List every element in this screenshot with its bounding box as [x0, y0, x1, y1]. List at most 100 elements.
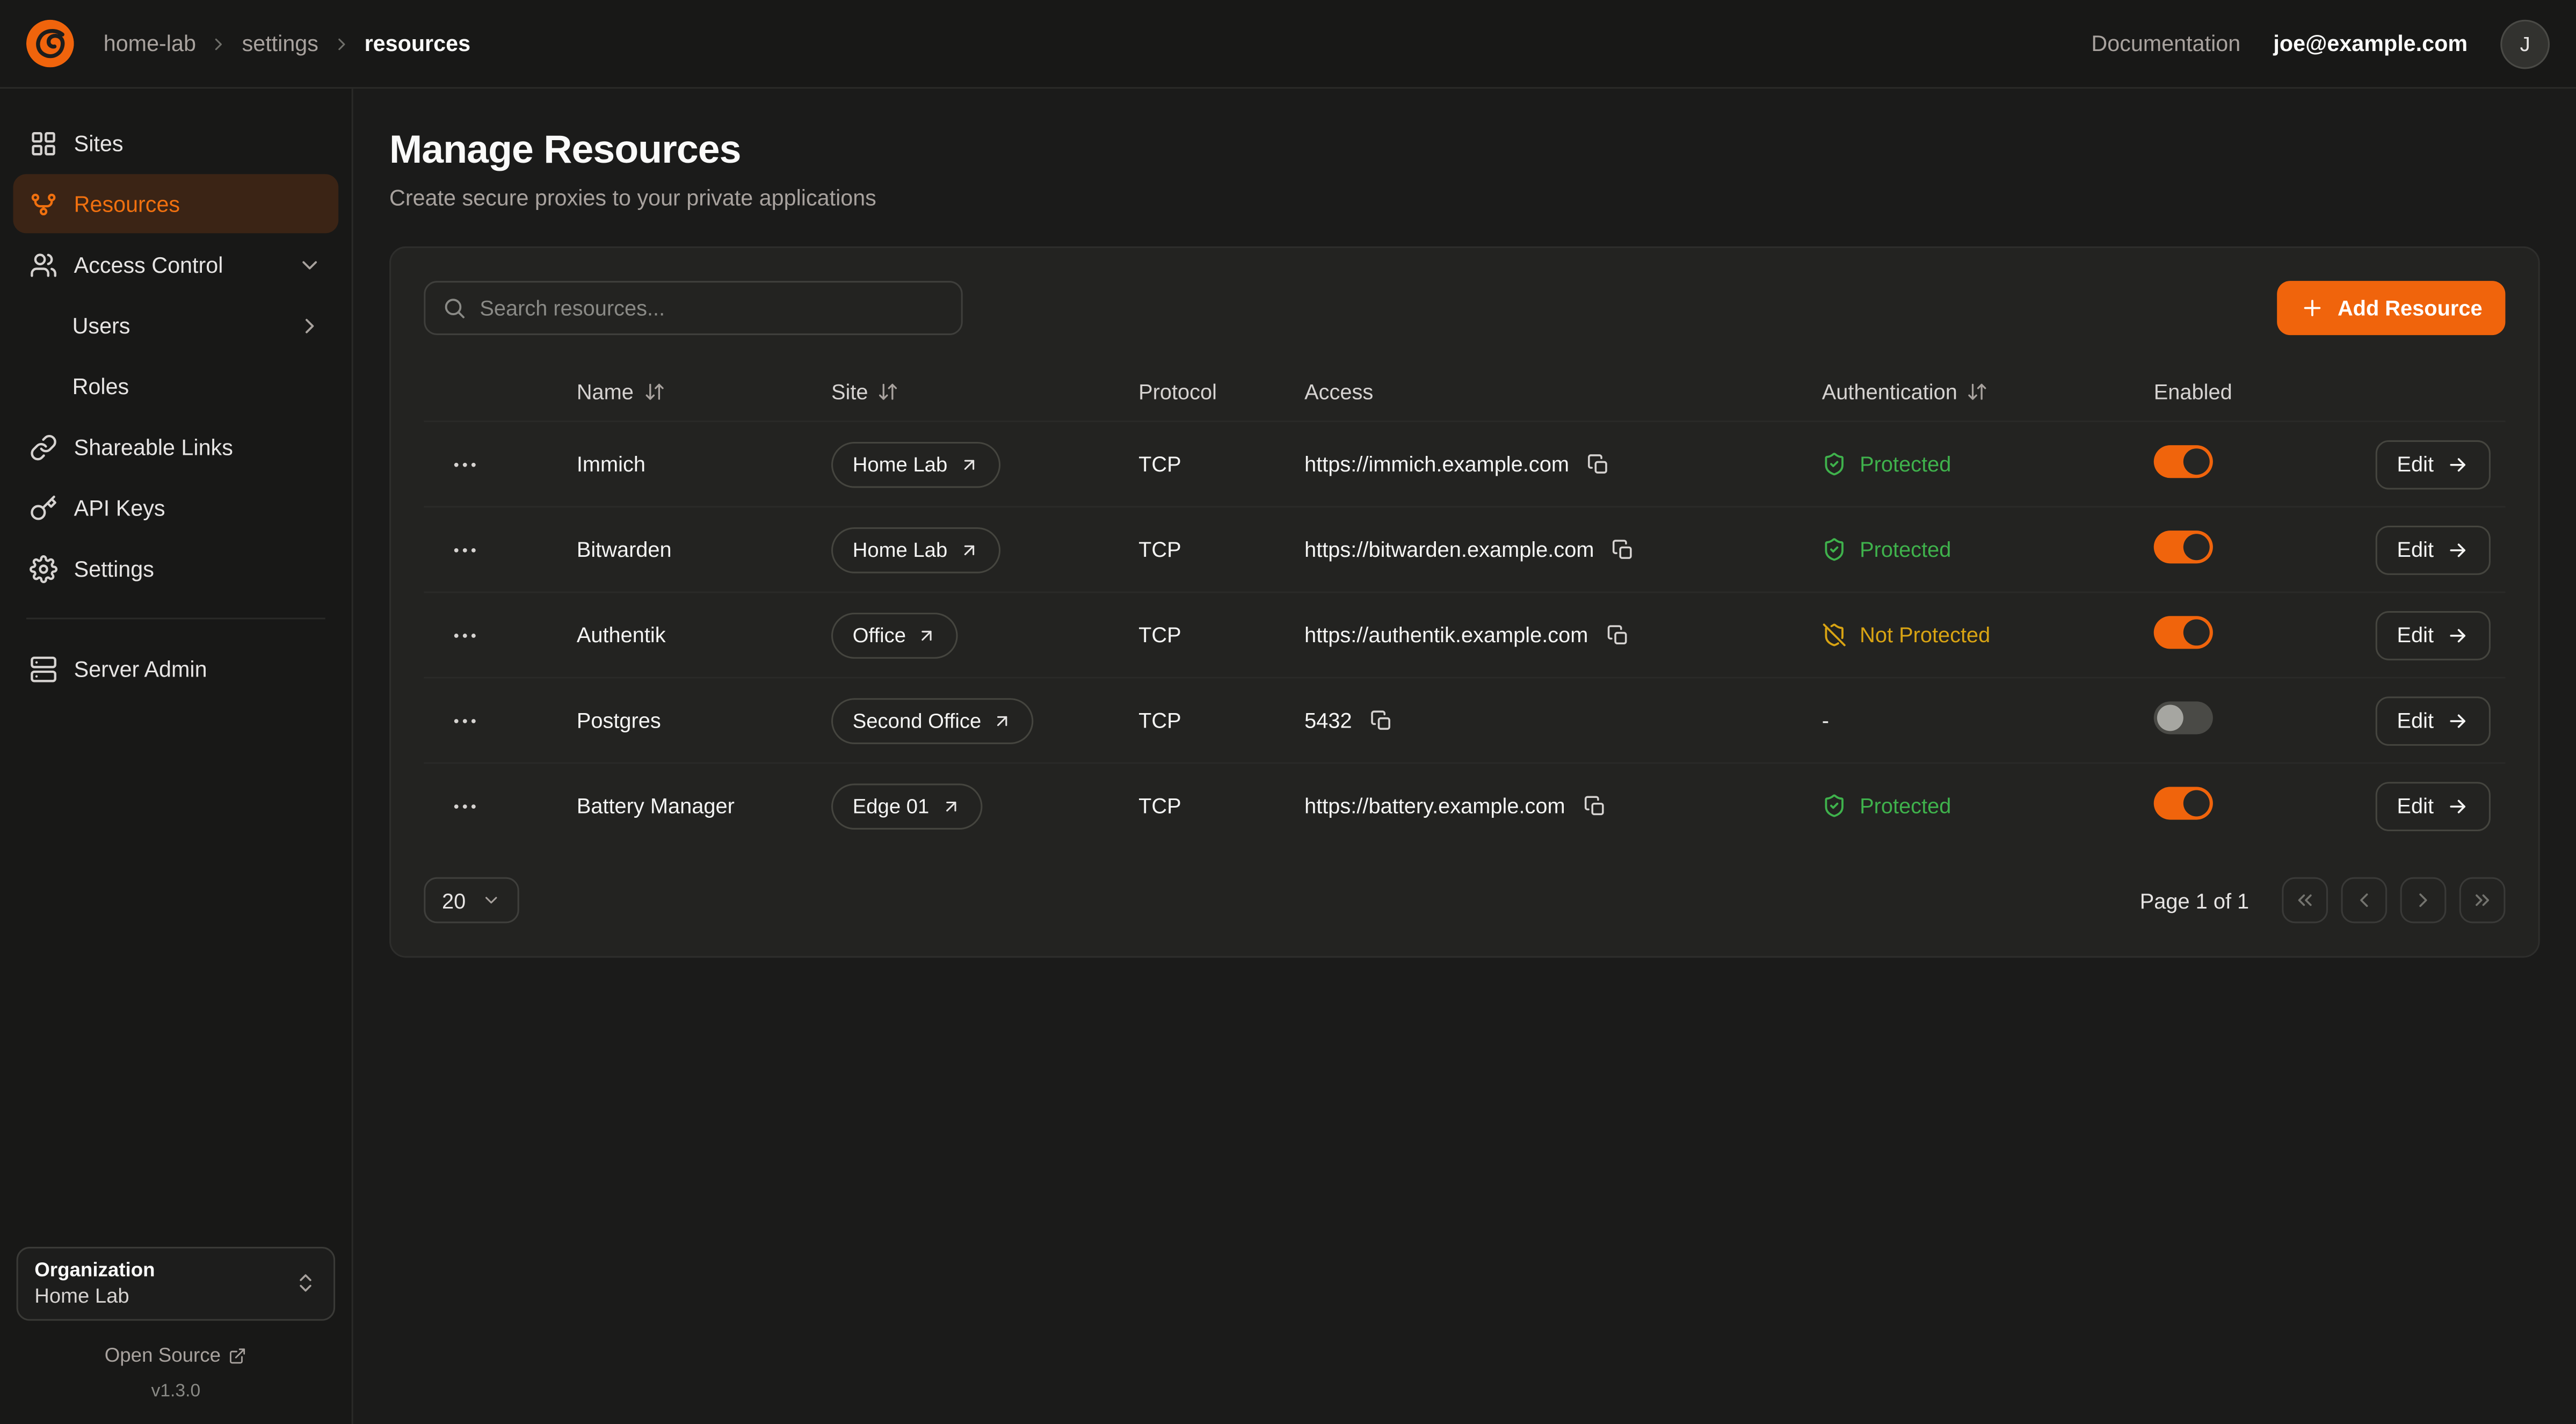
resource-protocol: TCP — [1138, 452, 1304, 476]
sidebar-item-resources[interactable]: Resources — [13, 174, 338, 233]
column-header-access: Access — [1304, 379, 1373, 403]
enabled-toggle[interactable] — [2154, 616, 2213, 649]
row-menu-button[interactable] — [450, 617, 493, 653]
breadcrumb-settings[interactable]: settings — [242, 31, 318, 56]
edit-button[interactable]: Edit — [2376, 439, 2491, 489]
authentication-label: Protected — [1860, 794, 1951, 818]
sidebar-item-label: Roles — [72, 374, 129, 398]
sidebar-item-roles[interactable]: Roles — [13, 357, 338, 416]
avatar[interactable]: J — [2500, 19, 2550, 68]
topbar: home-lab settings resources Documentatio… — [0, 0, 2576, 89]
column-header-protocol: Protocol — [1138, 379, 1217, 403]
sidebar-divider — [26, 617, 325, 619]
arrow-right-icon — [2447, 453, 2470, 476]
sidebar-item-users[interactable]: Users — [13, 296, 338, 355]
resource-protocol: TCP — [1138, 537, 1304, 562]
site-link[interactable]: Second Office — [831, 698, 1034, 744]
arrow-right-icon — [2447, 538, 2470, 561]
enabled-toggle[interactable] — [2154, 445, 2213, 478]
user-menu-button[interactable]: joe@example.com — [2273, 31, 2468, 56]
sidebar-item-label: Access Control — [74, 252, 223, 277]
toggle-knob — [2157, 704, 2183, 731]
link-icon — [30, 433, 57, 461]
copy-button[interactable] — [1584, 449, 1613, 479]
sort-name-header[interactable]: Name — [577, 379, 665, 403]
row-menu-button[interactable] — [450, 788, 493, 824]
site-link[interactable]: Home Lab — [831, 441, 1000, 487]
next-page-button[interactable] — [2400, 877, 2447, 924]
authentication-status: - — [1822, 708, 2154, 733]
breadcrumb-home-lab[interactable]: home-lab — [104, 31, 196, 56]
enabled-toggle[interactable] — [2154, 531, 2213, 563]
chevron-right-icon — [331, 34, 351, 54]
site-link[interactable]: Home Lab — [831, 527, 1000, 573]
site-link[interactable]: Edge 01 — [831, 783, 982, 829]
main-content: Manage Resources Create secure proxies t… — [353, 89, 2576, 1424]
sidebar-item-sites[interactable]: Sites — [13, 113, 338, 172]
sidebar-item-api-keys[interactable]: API Keys — [13, 478, 338, 537]
chevrons-left-icon — [2294, 889, 2317, 912]
enabled-toggle[interactable] — [2154, 701, 2213, 734]
resource-access: https://bitwarden.example.com — [1304, 537, 1594, 562]
table-row: Bitwarden Home Lab TCP https://bitwarden… — [424, 506, 2505, 591]
edit-button[interactable]: Edit — [2376, 525, 2491, 574]
site-name: Edge 01 — [853, 794, 929, 817]
sidebar-item-server-admin[interactable]: Server Admin — [13, 639, 338, 698]
copy-button[interactable] — [1603, 620, 1632, 650]
topbar-right: Documentation joe@example.com J — [2091, 19, 2550, 68]
sort-authentication-header[interactable]: Authentication — [1822, 379, 1989, 403]
resource-protocol: TCP — [1138, 622, 1304, 647]
resource-name: Battery Manager — [577, 794, 831, 818]
resource-access: https://immich.example.com — [1304, 452, 1569, 476]
chevron-down-icon — [297, 252, 322, 277]
open-source-link[interactable]: Open Source — [17, 1344, 336, 1367]
sort-site-header[interactable]: Site — [831, 379, 899, 403]
app-logo-icon[interactable] — [26, 20, 74, 68]
plus-icon — [2300, 296, 2325, 321]
shield-off-icon — [1822, 622, 1847, 647]
edit-button[interactable]: Edit — [2376, 696, 2491, 745]
row-menu-button[interactable] — [450, 702, 493, 738]
resources-card: Add Resource Name Site — [389, 246, 2540, 958]
enabled-toggle[interactable] — [2154, 787, 2213, 819]
documentation-link[interactable]: Documentation — [2091, 31, 2240, 56]
edit-button[interactable]: Edit — [2376, 611, 2491, 660]
authentication-status: Protected — [1822, 537, 2154, 562]
avatar-initial: J — [2520, 32, 2530, 55]
row-menu-button[interactable] — [450, 532, 493, 568]
resource-access: 5432 — [1304, 708, 1352, 733]
toggle-knob — [2183, 448, 2210, 475]
copy-icon — [1612, 538, 1635, 561]
search-input[interactable] — [480, 296, 945, 321]
sidebar-item-access-control[interactable]: Access Control — [13, 235, 338, 294]
last-page-button[interactable] — [2459, 877, 2506, 924]
table-row: Authentik Office TCP https://authentik.e… — [424, 591, 2505, 677]
authentication-label: Protected — [1860, 452, 1951, 476]
toggle-knob — [2183, 790, 2210, 817]
organization-selector[interactable]: Organization Home Lab — [17, 1247, 336, 1321]
page-size-select[interactable]: 20 — [424, 877, 519, 924]
ellipsis-icon — [450, 449, 480, 479]
server-icon — [30, 655, 57, 682]
arrow-right-icon — [2447, 623, 2470, 646]
edit-button[interactable]: Edit — [2376, 781, 2491, 831]
previous-page-button[interactable] — [2341, 877, 2388, 924]
site-link[interactable]: Office — [831, 612, 959, 658]
site-name: Home Lab — [853, 538, 947, 561]
breadcrumb-resources[interactable]: resources — [365, 31, 470, 56]
sidebar-item-shareable-links[interactable]: Shareable Links — [13, 417, 338, 476]
add-resource-label: Add Resource — [2338, 296, 2483, 321]
page-title: Manage Resources — [389, 128, 2540, 175]
sidebar-item-settings[interactable]: Settings — [13, 539, 338, 598]
add-resource-button[interactable]: Add Resource — [2277, 281, 2506, 335]
resources-waypoints-icon — [30, 190, 57, 217]
resource-access: https://battery.example.com — [1304, 794, 1565, 818]
sidebar: Sites Resources Access Control — [0, 89, 353, 1424]
row-menu-button[interactable] — [450, 446, 493, 482]
first-page-button[interactable] — [2282, 877, 2328, 924]
copy-button[interactable] — [1580, 791, 1609, 820]
copy-button[interactable] — [1367, 706, 1396, 735]
resource-access: https://authentik.example.com — [1304, 622, 1588, 647]
table-row: Postgres Second Office TCP 5432 - Edit — [424, 677, 2505, 762]
copy-button[interactable] — [1609, 535, 1638, 564]
